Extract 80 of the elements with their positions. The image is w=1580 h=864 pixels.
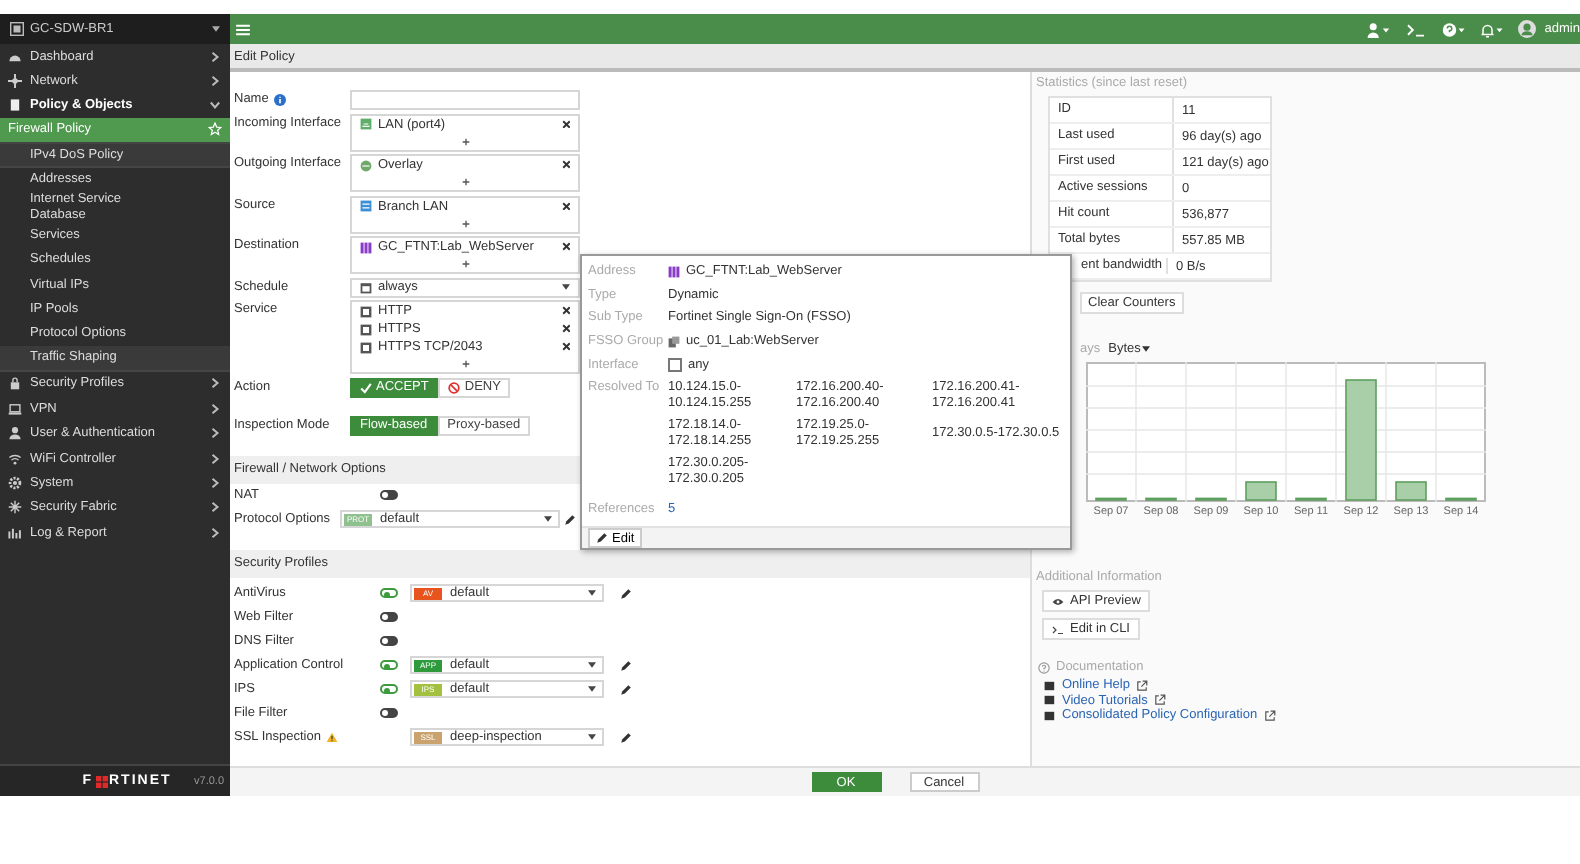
grid-icon	[668, 266, 680, 278]
name-field[interactable]	[350, 90, 580, 110]
chevron-icon	[210, 477, 220, 488]
external-link-icon[interactable]	[1263, 709, 1276, 722]
chart-bar	[1345, 379, 1377, 501]
eye-icon	[1052, 595, 1064, 607]
external-link-icon[interactable]	[1153, 694, 1166, 707]
device-icon	[10, 22, 24, 36]
toggle-switch[interactable]	[380, 708, 398, 718]
pencil-icon[interactable]	[564, 513, 576, 525]
pencil-icon[interactable]	[620, 731, 632, 743]
pencil-icon	[596, 532, 608, 544]
bar-chart-icon	[8, 525, 22, 540]
info-icon[interactable]	[274, 93, 287, 105]
close-icon[interactable]	[561, 342, 570, 352]
chevron-icon	[210, 428, 220, 439]
group-icon	[668, 336, 680, 349]
external-link-icon[interactable]	[1135, 679, 1148, 692]
logo-icon	[95, 775, 107, 787]
menu-icon[interactable]	[236, 23, 250, 35]
caret-icon	[588, 662, 596, 668]
caret-icon	[544, 516, 552, 522]
help-icon	[1038, 661, 1050, 673]
plus-icon[interactable]	[461, 360, 469, 368]
caret-icon	[562, 284, 570, 290]
chevron-icon	[210, 51, 220, 62]
close-icon[interactable]	[561, 119, 570, 129]
chevron-icon	[210, 453, 220, 464]
close-icon[interactable]	[561, 324, 570, 334]
calendar-icon	[360, 281, 372, 293]
avatar-icon[interactable]	[1518, 20, 1537, 38]
check-icon	[360, 381, 372, 393]
user-icon	[8, 426, 22, 441]
chart-bar	[1395, 481, 1427, 501]
close-icon[interactable]	[561, 201, 570, 211]
plus-icon[interactable]	[461, 137, 469, 145]
checkbox[interactable]	[668, 358, 682, 373]
user-icon[interactable]	[1366, 21, 1391, 37]
grid-icon	[360, 241, 372, 253]
lock-icon	[8, 376, 22, 391]
terminal-icon[interactable]	[1404, 21, 1429, 37]
close-icon[interactable]	[561, 160, 570, 170]
plus-icon[interactable]	[461, 219, 469, 227]
plus-icon[interactable]	[461, 178, 469, 186]
address-icon	[360, 200, 372, 212]
laptop-icon	[8, 401, 22, 416]
network-icon	[8, 74, 22, 89]
chevron-icon	[210, 100, 220, 111]
plus-icon[interactable]	[461, 260, 469, 268]
toggle-switch[interactable]	[380, 636, 398, 646]
wifi-icon	[8, 451, 22, 466]
snowflake-icon	[8, 500, 22, 515]
globe-icon	[360, 159, 372, 171]
help-icon[interactable]	[1442, 21, 1467, 37]
toggle-switch[interactable]	[380, 490, 398, 500]
bell-icon[interactable]	[1480, 21, 1505, 37]
caret-icon	[588, 590, 596, 596]
toggle-switch[interactable]	[380, 612, 398, 622]
prohibited-icon	[448, 381, 461, 393]
caret-icon	[1142, 346, 1151, 352]
chevron-icon	[210, 527, 220, 538]
caret-icon	[588, 734, 596, 740]
chevron-icon	[210, 403, 220, 414]
toggle-switch[interactable]	[380, 660, 398, 670]
document-icon	[8, 98, 22, 113]
chart-bar	[1245, 481, 1277, 501]
gear-icon	[8, 475, 22, 490]
chevron-icon	[210, 76, 220, 87]
toggle-switch[interactable]	[380, 684, 398, 694]
close-icon[interactable]	[561, 306, 570, 316]
close-icon[interactable]	[561, 242, 570, 252]
port-icon	[360, 118, 372, 130]
chevron-icon	[210, 502, 220, 513]
pencil-icon[interactable]	[620, 587, 632, 599]
toggle-switch[interactable]	[380, 588, 398, 598]
caret-icon[interactable]	[212, 26, 220, 32]
chevron-icon	[210, 378, 220, 389]
terminal-icon	[1052, 623, 1064, 635]
star-icon[interactable]	[208, 122, 222, 137]
caret-icon	[588, 686, 596, 692]
